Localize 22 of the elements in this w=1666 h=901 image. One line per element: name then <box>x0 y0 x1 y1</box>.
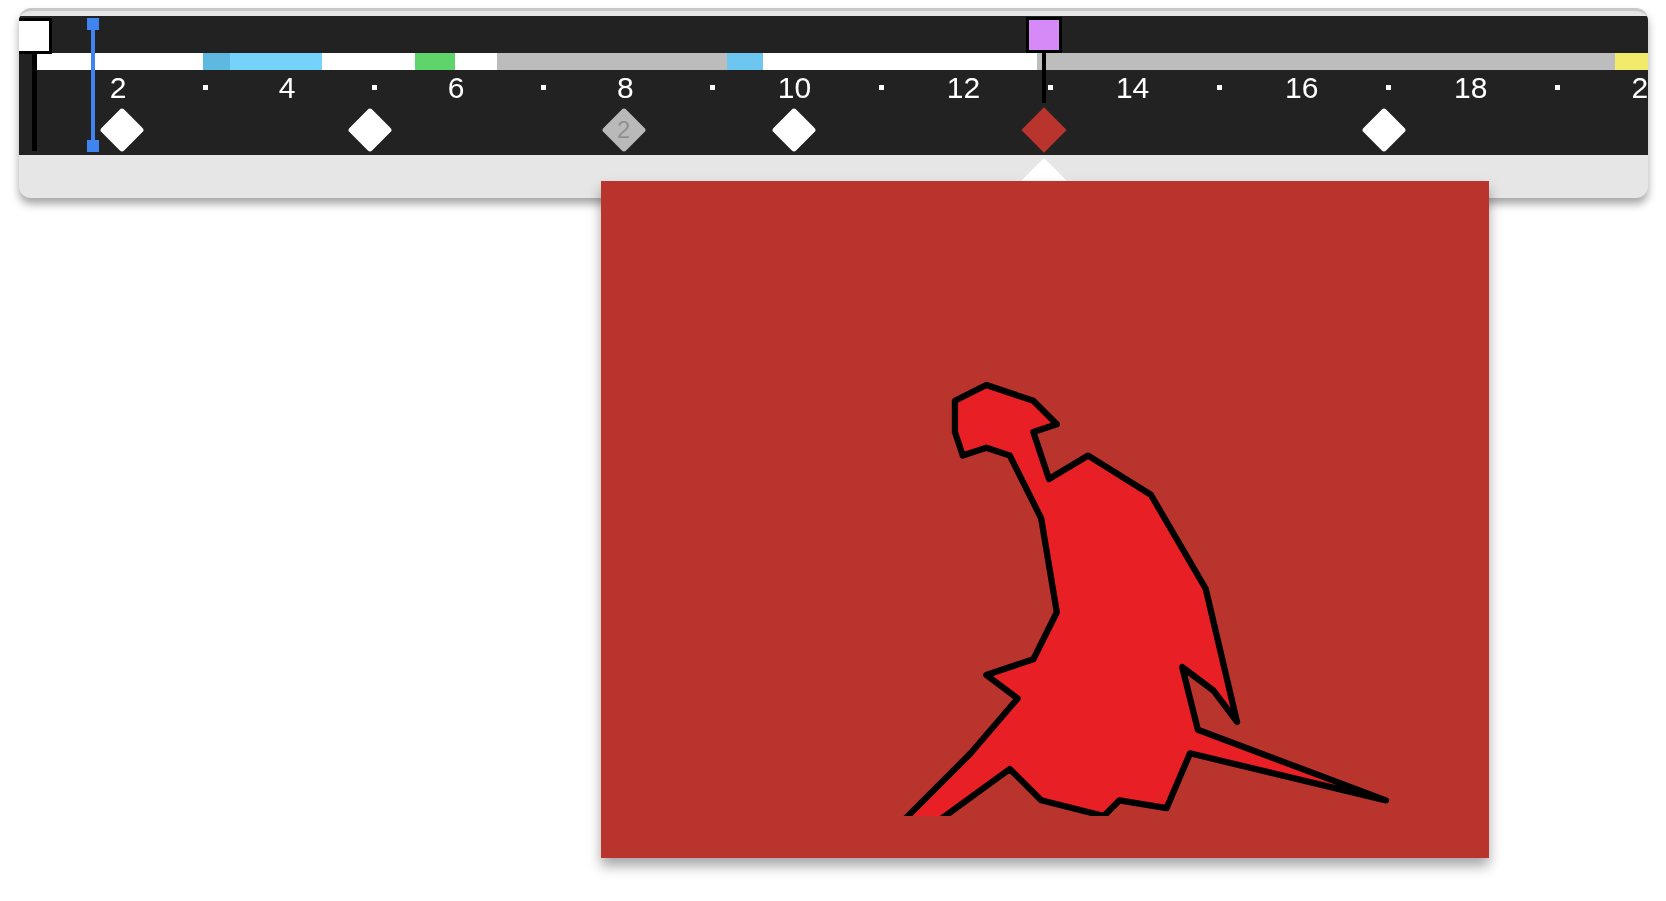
ruler-label: 2 <box>1631 71 1648 105</box>
tick-mark <box>202 85 208 90</box>
start-marker[interactable] <box>19 18 52 54</box>
playhead-handle[interactable] <box>87 18 99 152</box>
ruler-label: 18 <box>1454 71 1488 105</box>
tick-mark <box>1217 85 1223 90</box>
tick-mark <box>1386 85 1392 90</box>
tick-mark <box>709 85 715 90</box>
tick-mark <box>1048 85 1054 90</box>
ruler-label: 2 <box>109 71 127 105</box>
ruler-label: 8 <box>616 71 634 105</box>
ruler-label: 14 <box>1115 71 1150 105</box>
ruler-label: 4 <box>278 71 296 105</box>
tick-mark <box>878 85 884 90</box>
tick-mark <box>371 85 377 90</box>
ruler-label: 6 <box>447 71 465 105</box>
tick-mark <box>1555 85 1561 90</box>
tick-mark <box>540 85 546 90</box>
ruler-label: 16 <box>1285 71 1319 105</box>
ruler-label: 12 <box>946 71 981 105</box>
ruler-label: 10 <box>777 71 812 105</box>
current-marker[interactable] <box>1026 17 1062 53</box>
